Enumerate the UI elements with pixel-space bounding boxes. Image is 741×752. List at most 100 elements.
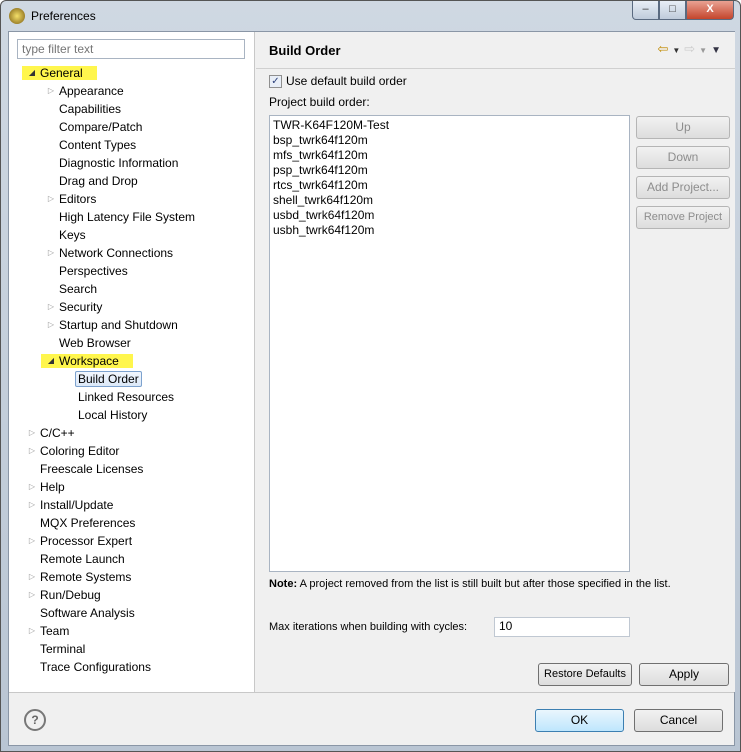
collapsed-arrow-icon[interactable]: ▷: [27, 478, 37, 496]
tree-item[interactable]: ▷ Startup and Shutdown: [48, 316, 178, 334]
tree-item[interactable]: Build Order: [75, 370, 142, 388]
tree-item[interactable]: Drag and Drop: [59, 172, 138, 190]
help-icon[interactable]: ?: [24, 709, 46, 731]
project-list-item[interactable]: shell_twrk64f120m: [273, 193, 626, 208]
project-list-item[interactable]: rtcs_twrk64f120m: [273, 178, 626, 193]
tree-item[interactable]: High Latency File System: [59, 208, 195, 226]
restore-defaults-button[interactable]: Restore Defaults: [538, 663, 632, 686]
tree-item[interactable]: ▷ C/C++: [29, 424, 75, 442]
tree-item[interactable]: Linked Resources: [78, 388, 174, 406]
project-list-item[interactable]: bsp_twrk64f120m: [273, 133, 626, 148]
use-default-checkbox[interactable]: ✓: [269, 75, 282, 88]
preference-tree-panel: ◢General▷AppearanceCapabilitiesCompare/P…: [9, 32, 255, 692]
tree-item[interactable]: Content Types: [59, 136, 136, 154]
tree-item[interactable]: Web Browser: [59, 334, 131, 352]
tree-item-label: Editors: [59, 192, 97, 206]
tree-item-label: Web Browser: [59, 336, 131, 350]
tree-item[interactable]: Diagnostic Information: [59, 154, 178, 172]
expanded-arrow-icon[interactable]: ◢: [27, 64, 37, 82]
tree-item[interactable]: ▷ Processor Expert: [29, 532, 132, 550]
page-title: Build Order: [269, 43, 341, 58]
tree-item[interactable]: MQX Preferences: [40, 514, 135, 532]
title-bar: Preferences – □ X: [1, 1, 740, 31]
collapsed-arrow-icon[interactable]: ▷: [46, 298, 56, 316]
collapsed-arrow-icon[interactable]: ▷: [27, 442, 37, 460]
collapsed-arrow-icon[interactable]: ▷: [27, 586, 37, 604]
expanded-arrow-icon[interactable]: ◢: [46, 352, 56, 370]
collapsed-arrow-icon[interactable]: ▷: [46, 82, 56, 100]
ok-button[interactable]: OK: [535, 709, 624, 732]
tree-item[interactable]: ▷ Team: [29, 622, 69, 640]
tree-item[interactable]: ▷ Editors: [48, 190, 97, 208]
tree-item-label: Run/Debug: [40, 588, 101, 602]
cancel-button[interactable]: Cancel: [634, 709, 723, 732]
tree-item-label: Coloring Editor: [40, 444, 120, 458]
tree-item-label: Perspectives: [59, 264, 128, 278]
tree-item[interactable]: Remote Launch: [40, 550, 125, 568]
collapsed-arrow-icon[interactable]: ▷: [27, 622, 37, 640]
tree-item-label: Linked Resources: [78, 390, 175, 404]
tree-item[interactable]: ▷ Appearance: [48, 82, 124, 100]
project-list-item[interactable]: usbd_twrk64f120m: [273, 208, 626, 223]
use-default-label: Use default build order: [286, 74, 407, 88]
add-project-button[interactable]: Add Project...: [636, 176, 730, 199]
tree-item[interactable]: ▷ Network Connections: [48, 244, 174, 262]
view-menu-icon[interactable]: ▼: [711, 45, 725, 56]
tree-item[interactable]: ▷ Security: [48, 298, 102, 316]
tree-item-label: Build Order: [75, 371, 142, 387]
project-list-item[interactable]: psp_twrk64f120m: [273, 163, 626, 178]
tree-item[interactable]: Trace Configurations: [40, 658, 151, 676]
tree-item[interactable]: ▷ Remote Systems: [29, 568, 131, 586]
build-order-page: Build Order ⇦▼⇨▼▼ ✓ Use default build or…: [256, 32, 735, 692]
forward-arrow-icon[interactable]: ⇨: [684, 41, 699, 56]
project-list[interactable]: TWR-K64F120M-Test bsp_twrk64f120m mfs_twrk…: [269, 115, 630, 572]
tree-item[interactable]: Freescale Licenses: [40, 460, 143, 478]
maximize-button[interactable]: □: [659, 1, 686, 20]
collapsed-arrow-icon[interactable]: ▷: [46, 244, 56, 262]
back-arrow-icon[interactable]: ⇦: [657, 41, 672, 56]
tree-item[interactable]: ▷ Coloring Editor: [29, 442, 120, 460]
max-iterations-input[interactable]: 10: [494, 617, 630, 637]
note-text: Note: A project removed from the list is…: [269, 577, 724, 591]
project-list-item[interactable]: usbh_twrk64f120m: [273, 223, 626, 238]
tree-item-label: Remote Launch: [40, 552, 125, 566]
up-button[interactable]: Up: [636, 116, 730, 139]
preferences-app-icon: [9, 8, 25, 24]
tree-item-label: Appearance: [59, 84, 124, 98]
collapsed-arrow-icon[interactable]: ▷: [46, 316, 56, 334]
filter-input[interactable]: [17, 39, 245, 59]
back-menu-icon[interactable]: ▼: [672, 46, 684, 55]
tree-item[interactable]: ▷ Install/Update: [29, 496, 113, 514]
tree-item[interactable]: ▷ Run/Debug: [29, 586, 101, 604]
tree-item-label: Network Connections: [59, 246, 174, 260]
tree-item[interactable]: Search: [59, 280, 97, 298]
tree-item[interactable]: ▷ Help: [29, 478, 65, 496]
tree-item[interactable]: Perspectives: [59, 262, 128, 280]
title-separator: [256, 68, 735, 69]
collapsed-arrow-icon[interactable]: ▷: [27, 568, 37, 586]
project-list-item[interactable]: TWR-K64F120M-Test: [273, 118, 626, 133]
tree-item[interactable]: Terminal: [40, 640, 85, 658]
remove-project-button[interactable]: Remove Project: [636, 206, 730, 229]
tree-item[interactable]: ◢ General: [22, 64, 97, 82]
tree-item[interactable]: ◢ Workspace: [41, 352, 133, 370]
down-button[interactable]: Down: [636, 146, 730, 169]
tree-item-label: Startup and Shutdown: [59, 318, 178, 332]
collapsed-arrow-icon[interactable]: ▷: [27, 424, 37, 442]
tree-item[interactable]: Software Analysis: [40, 604, 135, 622]
project-list-item[interactable]: mfs_twrk64f120m: [273, 148, 626, 163]
tree-item[interactable]: Compare/Patch: [59, 118, 142, 136]
collapsed-arrow-icon[interactable]: ▷: [46, 190, 56, 208]
tree-item[interactable]: Keys: [59, 226, 86, 244]
note-body: A project removed from the list is still…: [299, 578, 671, 590]
close-button[interactable]: X: [686, 1, 734, 20]
collapsed-arrow-icon[interactable]: ▷: [27, 532, 37, 550]
note-label: Note:: [269, 578, 298, 590]
forward-menu-icon[interactable]: ▼: [699, 46, 711, 55]
collapsed-arrow-icon[interactable]: ▷: [27, 496, 37, 514]
apply-button[interactable]: Apply: [639, 663, 729, 686]
tree-item[interactable]: Capabilities: [59, 100, 121, 118]
tree-item[interactable]: Local History: [78, 406, 147, 424]
minimize-button[interactable]: –: [632, 1, 659, 20]
tree-item-label: High Latency File System: [59, 210, 196, 224]
